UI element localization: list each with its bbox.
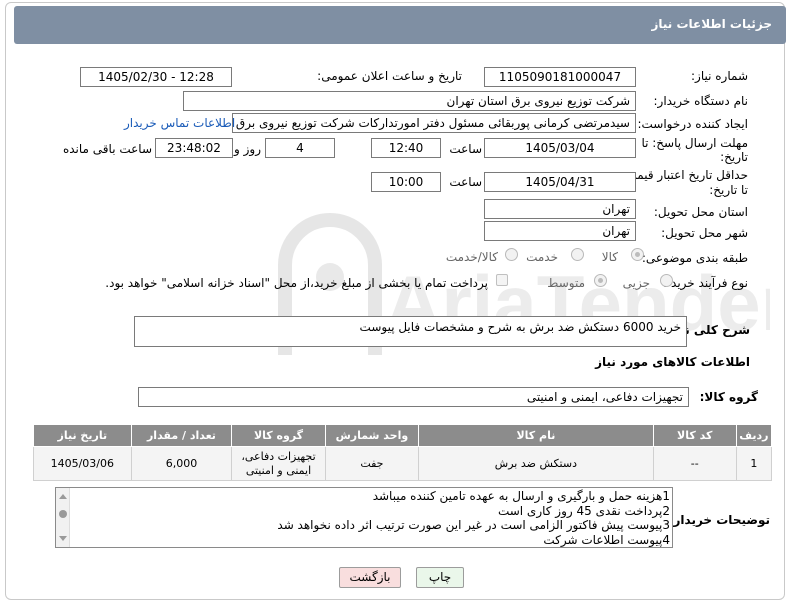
category-radio-service[interactable] <box>571 248 584 261</box>
category-option-goods: کالا <box>601 250 618 264</box>
col-row: ردیف <box>735 424 773 447</box>
cell-qty: 6,000 <box>130 446 233 481</box>
reply-deadline-label: مهلت ارسال پاسخ: تا <box>641 136 748 150</box>
province-label: استان محل تحویل: <box>653 205 748 219</box>
price-time-field[interactable]: 10:00 <box>371 172 441 192</box>
panel-title: جزئیات اطلاعات نیاز <box>651 17 772 31</box>
category-radio-goods[interactable] <box>631 248 644 261</box>
col-group: گروه کالا <box>231 424 326 447</box>
print-button[interactable]: چاپ <box>416 567 464 588</box>
announce-label: تاریخ و ساعت اعلان عمومی: <box>317 69 462 83</box>
col-unit: واحد شمارش <box>324 424 420 447</box>
days-remaining-field[interactable]: 4 <box>265 138 335 158</box>
panel-header: جزئیات اطلاعات نیاز <box>14 6 786 44</box>
cell-date: 1405/03/06 <box>33 446 132 481</box>
cell-row: 1 <box>735 446 773 481</box>
scroll-up-icon <box>59 494 67 499</box>
buyer-org-label: نام دستگاه خریدار: <box>653 94 749 108</box>
back-button[interactable]: بازگشت <box>339 567 401 588</box>
buyer-org-field[interactable]: شرکت توزیع نیروی برق استان تهران <box>183 91 636 111</box>
items-section-title: اطلاعات کالاهای مورد نیاز <box>595 355 750 369</box>
notes-scrollbar[interactable] <box>56 488 70 547</box>
goods-group-label: گروه کالا: <box>699 390 758 404</box>
process-option-minor: جزیی <box>622 276 650 290</box>
note-line: 4پیوست اطلاعات شرکت <box>543 532 670 547</box>
category-option-both: کالا/خدمت <box>445 250 498 264</box>
city-field[interactable]: تهران <box>484 221 636 241</box>
items-table-header: ردیف کد کالا نام کالا واحد شمارش گروه کا… <box>33 424 773 447</box>
contact-buyer-link[interactable]: اطلاعات تماس خریدار <box>124 116 235 130</box>
category-label: طبقه بندی موضوعی: <box>641 251 748 265</box>
col-code: کد کالا <box>652 424 737 447</box>
col-qty: تعداد / مقدار <box>130 424 233 447</box>
price-deadline-label: حداقل تاریخ اعتبار قیمت: <box>621 168 748 182</box>
price-date-field[interactable]: 1405/04/31 <box>484 172 636 192</box>
treasury-checkbox[interactable] <box>496 274 508 286</box>
creator-label: ایجاد کننده درخواست: <box>637 117 748 131</box>
notes-lines: 1هزینه حمل و بارگیری و ارسال به عهده تام… <box>277 489 670 547</box>
category-option-service: خدمت <box>526 250 558 264</box>
cell-code: -- <box>652 446 737 481</box>
process-radio-minor[interactable] <box>660 274 673 287</box>
announce-field[interactable]: 1405/02/30 - 12:28 <box>80 67 232 87</box>
cell-unit: جفت <box>324 446 420 481</box>
goods-group-field[interactable]: تجهیزات دفاعی، ایمنی و امنیتی <box>138 387 689 407</box>
reply-date-field[interactable]: 1405/03/04 <box>484 138 636 158</box>
note-line: 1هزینه حمل و بارگیری و ارسال به عهده تام… <box>372 489 670 503</box>
col-date: تاریخ نیاز <box>33 424 132 447</box>
city-label: شهر محل تحویل: <box>661 226 748 240</box>
need-number-field[interactable]: 1105090181000047 <box>484 67 636 87</box>
process-radio-medium[interactable] <box>594 274 607 287</box>
table-row[interactable]: 1 -- دستکش ضد برش جفت تجهیزات دفاعی، ایم… <box>33 446 773 481</box>
province-field[interactable]: تهران <box>484 199 636 219</box>
process-label: نوع فرآیند خرید : <box>663 276 748 290</box>
creator-field[interactable]: سیدمرتضی کرمانی پوربقائی مسئول دفتر امور… <box>232 113 636 133</box>
process-option-medium: متوسط <box>547 276 585 290</box>
price-deadline-label-2: تا تاریخ: <box>709 183 748 197</box>
reply-deadline-label-2: تاریخ: <box>720 150 748 164</box>
cell-name: دستکش ضد برش <box>418 446 654 481</box>
remaining-time-field[interactable]: 23:48:02 <box>155 138 233 158</box>
days-and-label: روز و <box>234 142 261 156</box>
payment-note: پرداخت تمام یا بخشی از مبلغ خرید،از محل … <box>105 276 488 290</box>
col-name: نام کالا <box>418 424 654 447</box>
reply-time-label: ساعت <box>449 142 482 156</box>
notes-textarea[interactable]: 1هزینه حمل و بارگیری و ارسال به عهده تام… <box>55 487 673 548</box>
remaining-label: ساعت باقی مانده <box>62 142 152 156</box>
cell-group: تجهیزات دفاعی، ایمنی و امنیتی <box>231 446 326 481</box>
category-radio-both[interactable] <box>505 248 518 261</box>
description-field[interactable]: خرید 6000 دستکش ضد برش به شرح و مشخصات ف… <box>134 316 687 347</box>
need-number-label: شماره نیاز: <box>691 69 748 83</box>
items-table: ردیف کد کالا نام کالا واحد شمارش گروه کا… <box>33 424 773 481</box>
note-line: 3پیوست پیش فاکتور الزامی است در غیر این … <box>277 518 670 532</box>
price-time-label: ساعت <box>449 175 482 189</box>
notes-label: توضیحات خریدار: <box>668 513 770 527</box>
note-line: 2پرداخت نقدی 45 روز کاری است <box>497 503 670 518</box>
reply-time-field[interactable]: 12:40 <box>371 138 441 158</box>
scroll-thumb-icon <box>59 510 67 518</box>
scroll-down-icon <box>59 536 67 541</box>
